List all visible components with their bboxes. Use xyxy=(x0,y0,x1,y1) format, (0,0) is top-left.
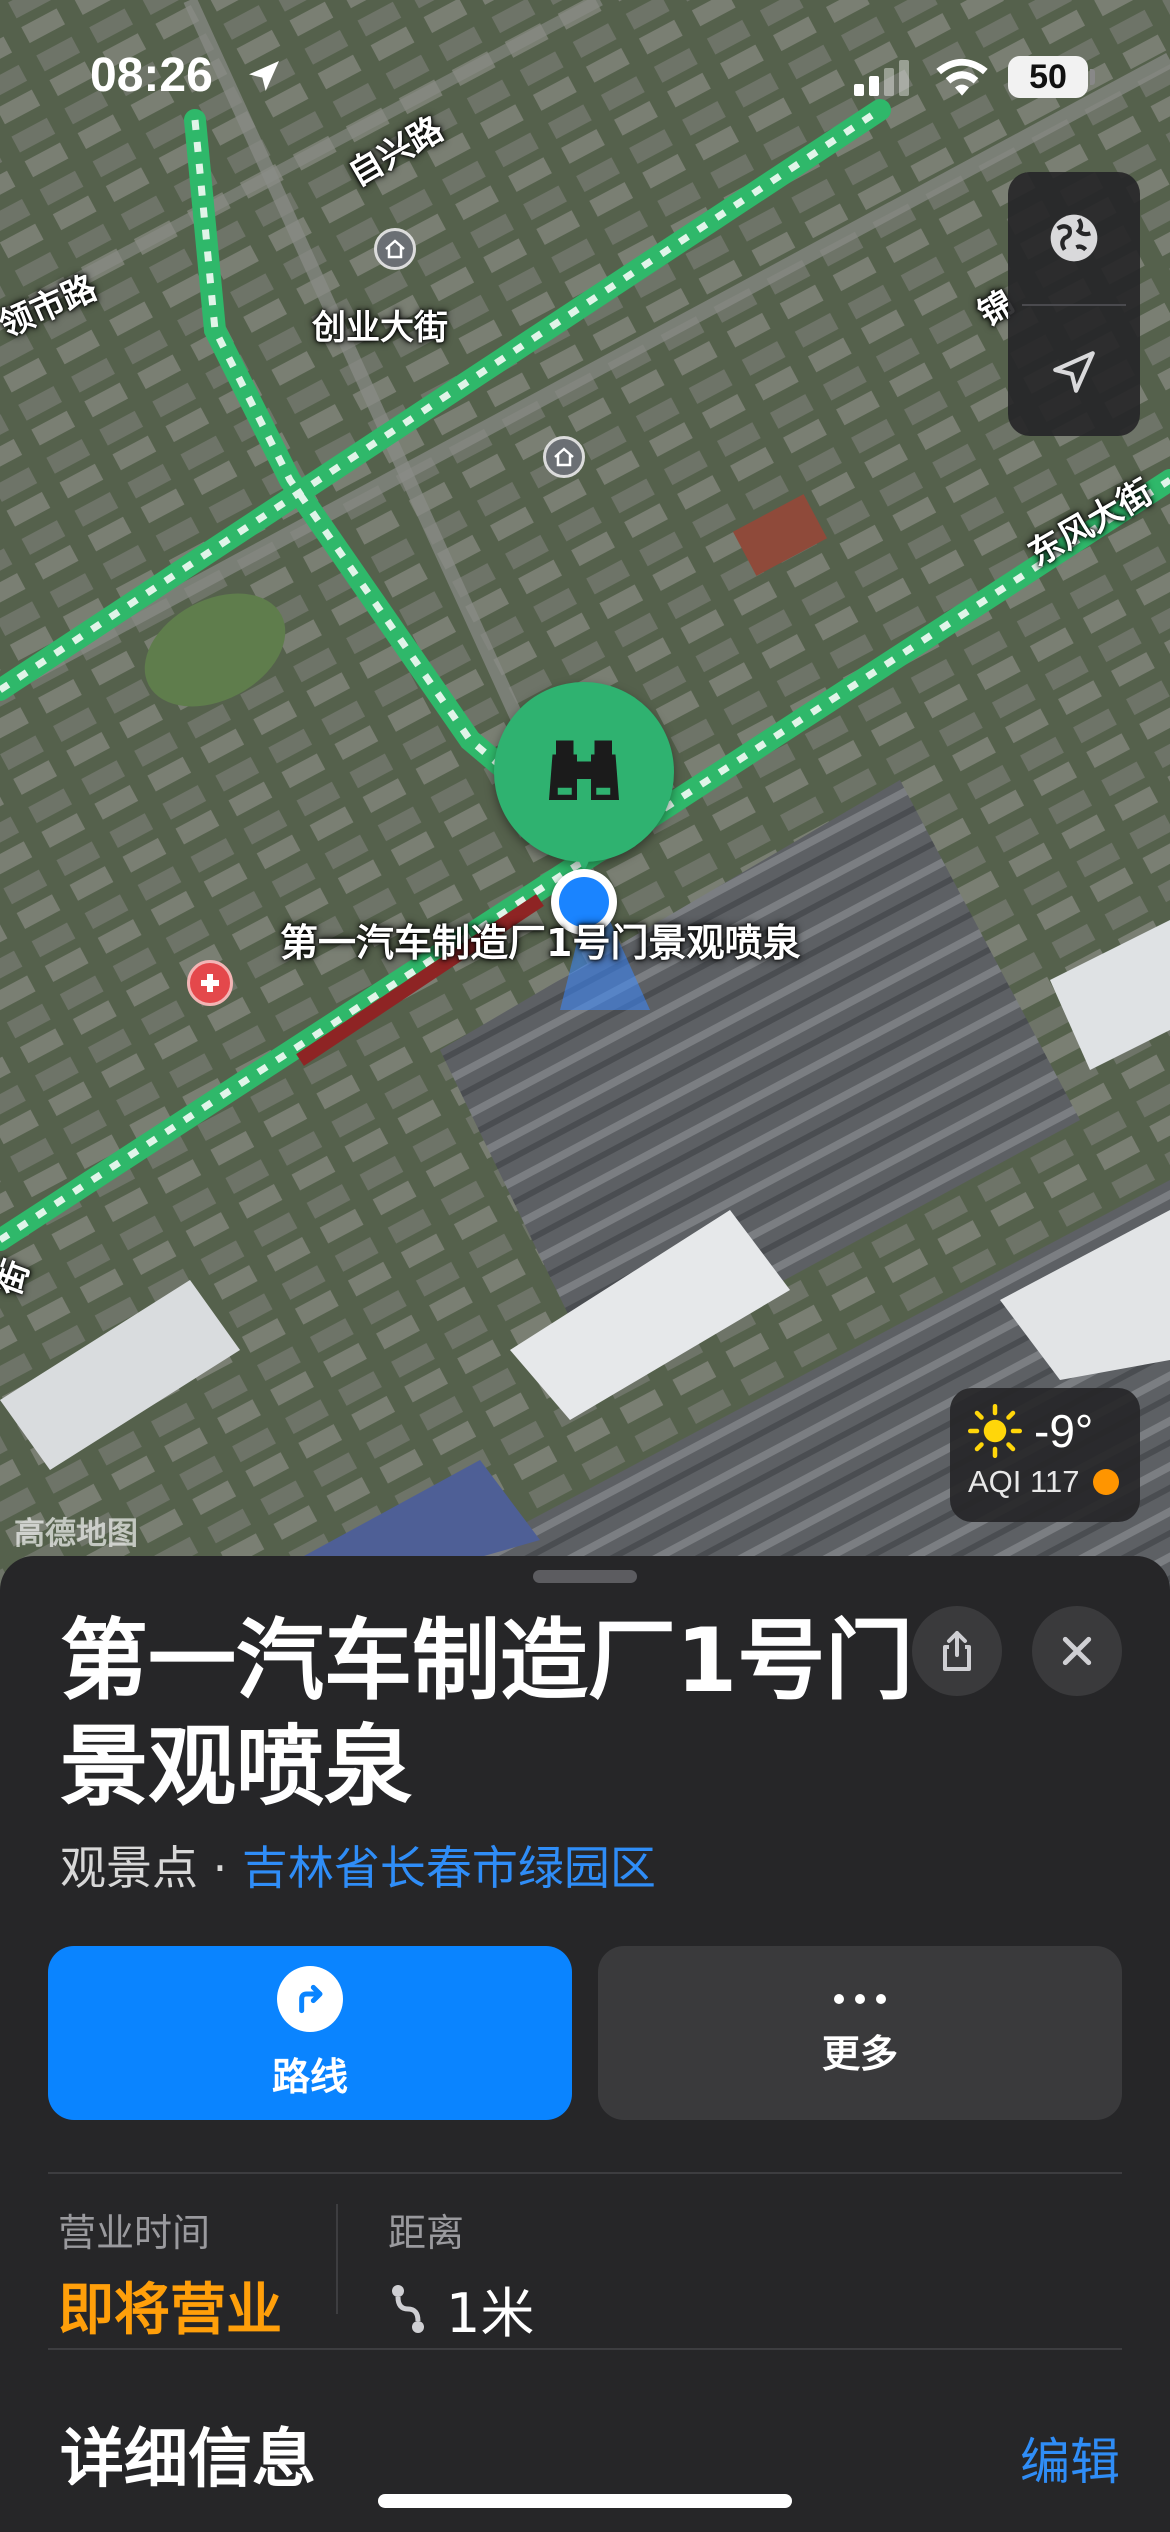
place-title: 第一汽车制造厂1号门景观喷泉 xyxy=(60,1609,914,1818)
edit-link[interactable]: 编辑 xyxy=(1020,2422,1120,2494)
map-controls xyxy=(1008,172,1140,436)
location-services-icon xyxy=(249,61,279,91)
battery-tip xyxy=(1090,69,1095,85)
hours-status: 即将营业 xyxy=(58,2278,282,2343)
place-location-link[interactable]: 吉林省长春市绿园区 xyxy=(242,1841,656,1895)
sheet-grabber[interactable] xyxy=(533,1570,637,1583)
hospital-poi-icon[interactable] xyxy=(187,960,233,1006)
subtitle-separator: · xyxy=(212,1841,228,1895)
close-button[interactable] xyxy=(1032,1606,1122,1696)
more-button[interactable]: 更多 xyxy=(598,1946,1122,2120)
hours-label: 营业时间 xyxy=(58,2211,211,2255)
route-button-label: 路线 xyxy=(271,2054,348,2099)
distance-section: 距离 1米 xyxy=(388,2202,534,2348)
directions-icon xyxy=(277,1965,343,2032)
globe-icon[interactable] xyxy=(1008,172,1140,304)
residence-poi-icon[interactable] xyxy=(374,228,416,270)
weather-widget[interactable]: -9° AQI 117 xyxy=(950,1388,1140,1522)
close-icon xyxy=(1062,1636,1092,1666)
place-map-label[interactable]: 第一汽车制造厂1号门景观喷泉 xyxy=(280,912,800,967)
residence-poi-icon[interactable] xyxy=(543,436,585,478)
ellipsis-icon xyxy=(834,1993,886,2004)
clock: 08:26 xyxy=(90,49,213,102)
location-arrow-icon[interactable] xyxy=(1008,306,1140,438)
divider xyxy=(48,2348,1122,2350)
cellular-signal-icon xyxy=(854,60,909,96)
place-subtitle: 观景点 · 吉林省长春市绿园区 xyxy=(60,1832,656,1898)
status-bar: 08:26 50 xyxy=(0,0,1170,150)
home-indicator[interactable] xyxy=(378,2494,792,2508)
wifi-icon xyxy=(936,58,988,96)
route-distance-icon xyxy=(392,2284,424,2333)
share-icon xyxy=(943,1631,971,1671)
battery-indicator: 50 xyxy=(1008,56,1088,98)
map-view[interactable]: 自兴路 领市路 创业大街 东风大街 锦 街 第一汽车制造厂1号门景观喷泉 -9°… xyxy=(0,0,1170,1600)
place-pin[interactable] xyxy=(494,682,674,862)
aqi-value: AQI 117 xyxy=(968,1464,1080,1499)
street-label-chuangye: 创业大街 xyxy=(312,308,448,348)
binoculars-icon xyxy=(549,740,619,800)
details-section-title: 详细信息 xyxy=(60,2423,316,2497)
hours-section[interactable]: 营业时间 即将营业 xyxy=(58,2202,282,2346)
route-button[interactable]: 路线 xyxy=(48,1946,572,2120)
vertical-divider xyxy=(336,2204,338,2314)
map-attribution: 高德地图 xyxy=(14,1516,138,1552)
distance-value: 1米 xyxy=(446,2282,535,2345)
place-card-sheet: 第一汽车制造厂1号门景观喷泉 观景点 · 吉林省长春市绿园区 路线 更多 营业时… xyxy=(0,1556,1170,2532)
more-button-label: 更多 xyxy=(821,2031,898,2076)
distance-label: 距离 xyxy=(388,2211,465,2255)
temperature: -9° xyxy=(1034,1405,1094,1457)
place-category: 观景点 xyxy=(60,1841,198,1895)
aqi-status-dot xyxy=(1093,1469,1120,1495)
divider xyxy=(48,2172,1122,2174)
sun-icon xyxy=(968,1404,1022,1458)
share-button[interactable] xyxy=(912,1606,1002,1696)
